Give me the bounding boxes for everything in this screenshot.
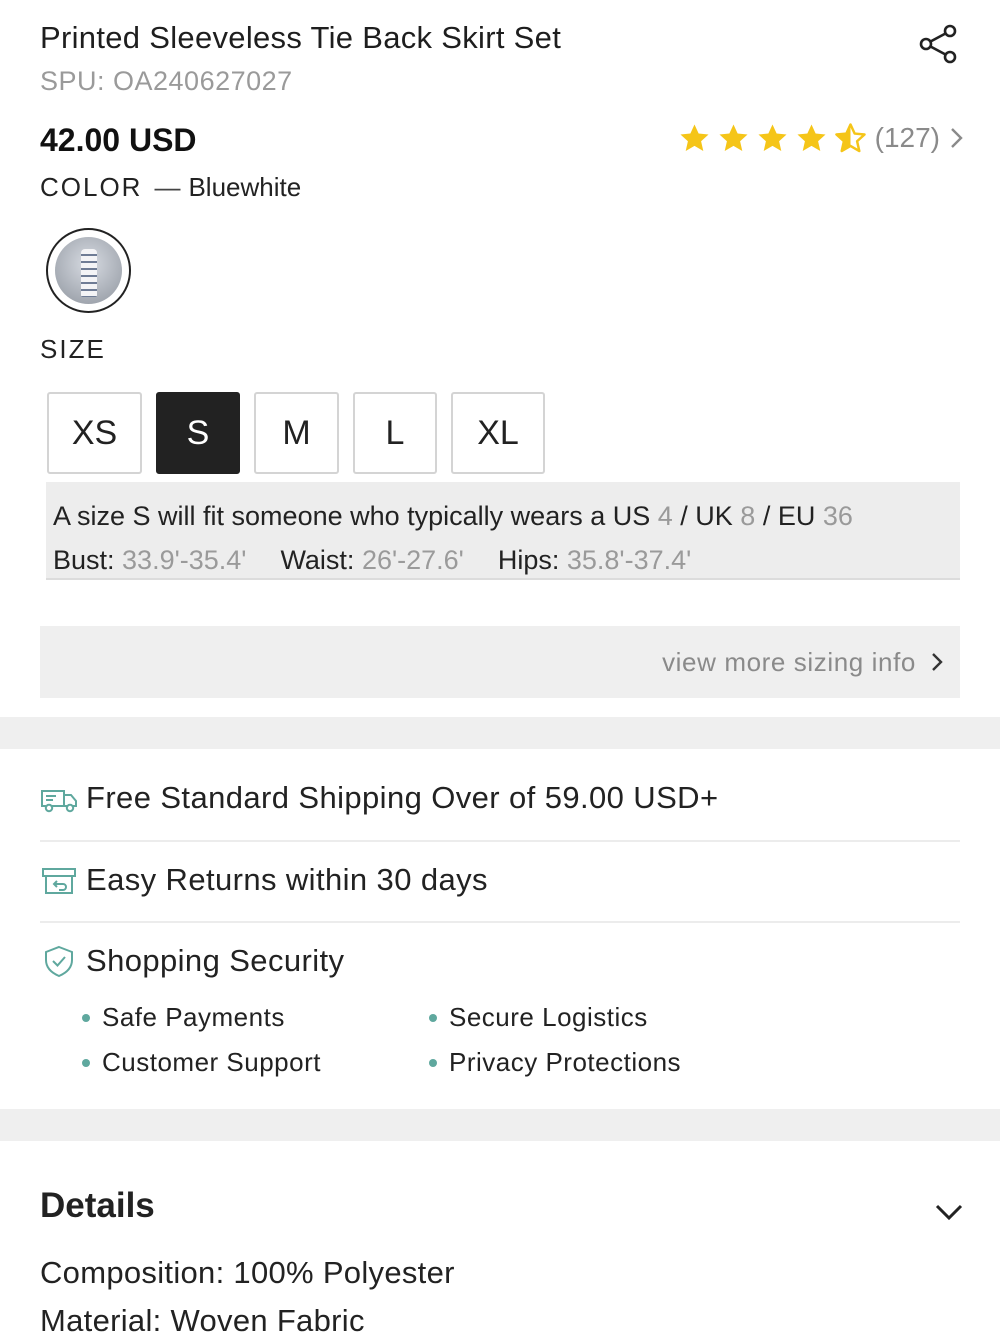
divider — [40, 921, 960, 923]
hips-label: Hips: — [497, 545, 567, 575]
security-row: Shopping Security — [40, 943, 960, 979]
size-fit-info: A size S will fit someone who typically … — [46, 482, 960, 580]
security-item: Privacy Protections — [429, 1047, 729, 1078]
security-item: Safe Payments — [82, 1002, 429, 1033]
chevron-right-icon — [932, 653, 943, 671]
shipping-text: Free Standard Shipping Over of 59.00 USD… — [86, 780, 719, 815]
review-count: (127) — [874, 122, 940, 153]
returns-row: Easy Returns within 30 days — [40, 862, 960, 898]
chevron-right-icon — [951, 128, 963, 148]
star-half-icon — [834, 122, 866, 152]
size-option-m[interactable]: M — [254, 392, 339, 474]
rating-summary[interactable]: (127) — [678, 120, 966, 156]
star-full-icon — [719, 123, 748, 151]
view-more-sizing-label: view more sizing info — [662, 646, 916, 677]
size-option-s[interactable]: S — [156, 392, 240, 474]
share-icon[interactable] — [916, 22, 960, 66]
fit-line-2: Bust: 33.9'-35.4' Waist: 26'-27.6' Hips: 3… — [53, 538, 960, 582]
fit-text: A size S will fit someone who typically … — [53, 501, 658, 531]
product-title: Printed Sleeveless Tie Back Skirt Set — [40, 20, 562, 55]
returns-box-icon — [42, 868, 76, 894]
hips-value: 35.8'-37.4' — [566, 545, 692, 575]
product-price: 42.00 USD — [40, 122, 197, 158]
size-label: SIZE — [40, 334, 106, 364]
fit-line-1: A size S will fit someone who typically … — [53, 494, 960, 538]
swatch-thumbnail — [55, 237, 122, 304]
bust-value: 33.9'-35.4' — [122, 545, 247, 575]
waist-label: Waist: — [280, 545, 362, 575]
size-option-xs[interactable]: XS — [47, 392, 142, 474]
truck-icon — [41, 790, 77, 813]
section-separator — [0, 1109, 1000, 1141]
fit-uk-label: / UK — [672, 501, 741, 531]
product-spu: SPU: OA240627027 — [40, 66, 293, 96]
star-full-icon — [680, 123, 709, 151]
fit-eu-label: / EU — [755, 501, 823, 531]
fit-us-value: 4 — [657, 501, 673, 531]
size-option-l[interactable]: L — [353, 392, 437, 474]
fit-uk-value: 8 — [740, 501, 756, 531]
detail-material: Material: Woven Fabric — [40, 1303, 365, 1333]
color-dash: — — [154, 172, 181, 202]
color-label: COLOR — [40, 172, 143, 202]
color-row: COLOR — Bluewhite — [40, 172, 301, 203]
size-option-xl[interactable]: XL — [451, 392, 545, 474]
security-text: Shopping Security — [86, 943, 345, 978]
returns-text: Easy Returns within 30 days — [86, 862, 488, 897]
security-item: Customer Support — [82, 1047, 429, 1078]
size-options: XS S M L XL — [47, 392, 559, 474]
waist-value: 26'-27.6' — [361, 545, 464, 575]
shield-check-icon — [45, 945, 73, 978]
divider — [40, 840, 960, 842]
shipping-row: Free Standard Shipping Over of 59.00 USD… — [40, 780, 960, 816]
detail-composition: Composition: 100% Polyester — [40, 1255, 455, 1290]
star-full-icon — [758, 123, 787, 151]
details-title[interactable]: Details — [40, 1186, 155, 1226]
color-value: Bluewhite — [188, 172, 302, 202]
view-more-sizing-button[interactable]: view more sizing info — [40, 626, 960, 698]
security-features: Safe Payments Secure Logistics Customer … — [82, 1002, 729, 1078]
section-separator — [0, 717, 1000, 749]
fit-eu-value: 36 — [822, 501, 853, 531]
star-full-icon — [797, 123, 826, 151]
chevron-down-icon[interactable] — [934, 1200, 964, 1224]
security-item: Secure Logistics — [429, 1002, 729, 1033]
color-swatch-bluewhite[interactable] — [46, 228, 131, 313]
bust-label: Bust: — [53, 545, 123, 575]
